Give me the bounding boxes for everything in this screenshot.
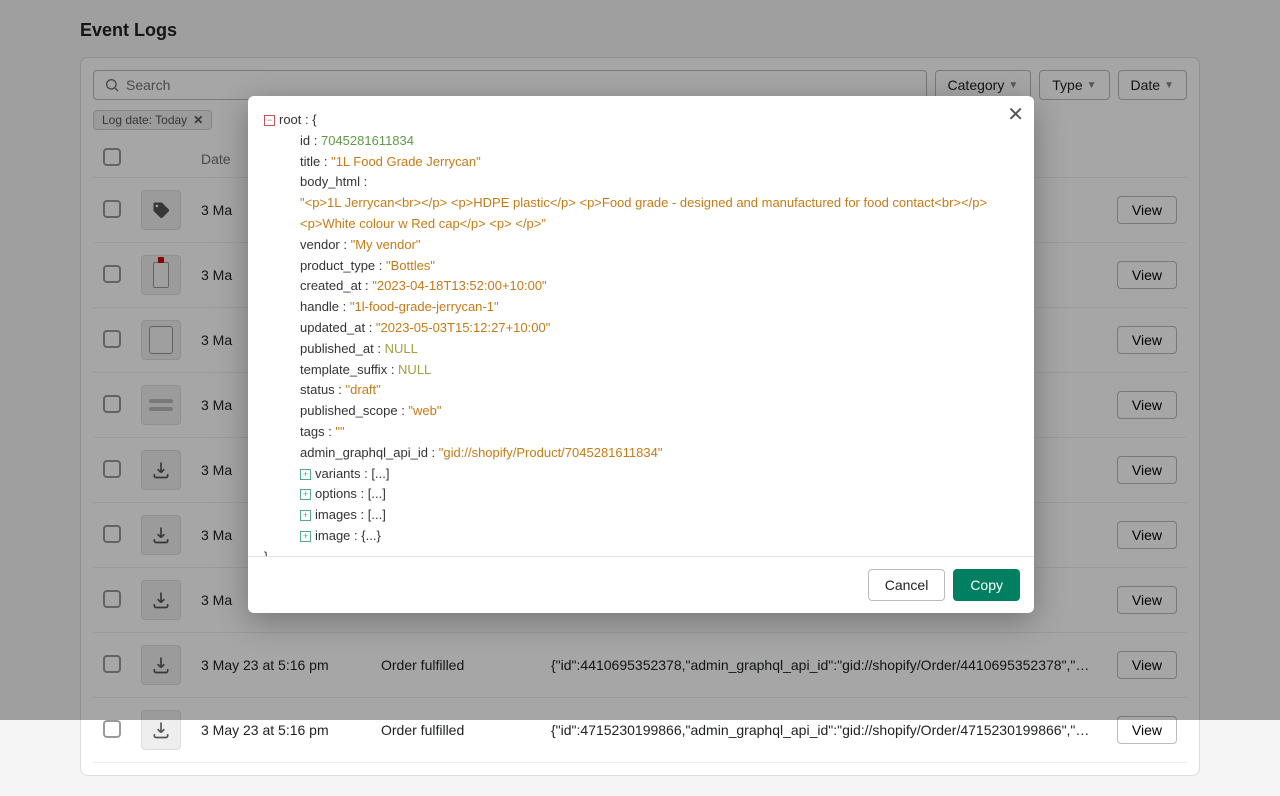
json-field-published_at: published_at : NULL <box>264 339 1018 360</box>
json-viewer-modal: ✕ −root : { id : 7045281611834title : "1… <box>248 96 1034 613</box>
json-field-image: +image : {...} <box>264 526 1018 547</box>
json-field-images: +images : [...] <box>264 505 1018 526</box>
json-field-options: +options : [...] <box>264 484 1018 505</box>
json-field-template_suffix: template_suffix : NULL <box>264 360 1018 381</box>
json-field-id: id : 7045281611834 <box>264 131 1018 152</box>
row-checkbox[interactable] <box>103 720 121 738</box>
expand-icon[interactable]: + <box>300 469 311 480</box>
expand-icon[interactable]: + <box>300 489 311 500</box>
json-content: −root : { id : 7045281611834title : "1L … <box>248 96 1034 556</box>
json-field-created_at: created_at : "2023-04-18T13:52:00+10:00" <box>264 276 1018 297</box>
json-field-variants: +variants : [...] <box>264 464 1018 485</box>
json-field-vendor: vendor : "My vendor" <box>264 235 1018 256</box>
cancel-button[interactable]: Cancel <box>868 569 946 601</box>
json-field-title: title : "1L Food Grade Jerrycan" <box>264 152 1018 173</box>
collapse-icon[interactable]: − <box>264 115 275 126</box>
json-field-tags: tags : "" <box>264 422 1018 443</box>
view-button[interactable]: View <box>1117 716 1177 744</box>
copy-button[interactable]: Copy <box>953 569 1020 601</box>
expand-icon[interactable]: + <box>300 510 311 521</box>
json-field-admin_graphql_api_id: admin_graphql_api_id : "gid://shopify/Pr… <box>264 443 1018 464</box>
expand-icon[interactable]: + <box>300 531 311 542</box>
json-field-status: status : "draft" <box>264 380 1018 401</box>
json-field-body_html: body_html :"<p>1L Jerrycan<br></p> <p>HD… <box>264 172 1018 234</box>
json-field-product_type: product_type : "Bottles" <box>264 256 1018 277</box>
json-field-handle: handle : "1l-food-grade-jerrycan-1" <box>264 297 1018 318</box>
json-field-updated_at: updated_at : "2023-05-03T15:12:27+10:00" <box>264 318 1018 339</box>
json-field-published_scope: published_scope : "web" <box>264 401 1018 422</box>
close-button[interactable]: ✕ <box>1007 102 1024 127</box>
